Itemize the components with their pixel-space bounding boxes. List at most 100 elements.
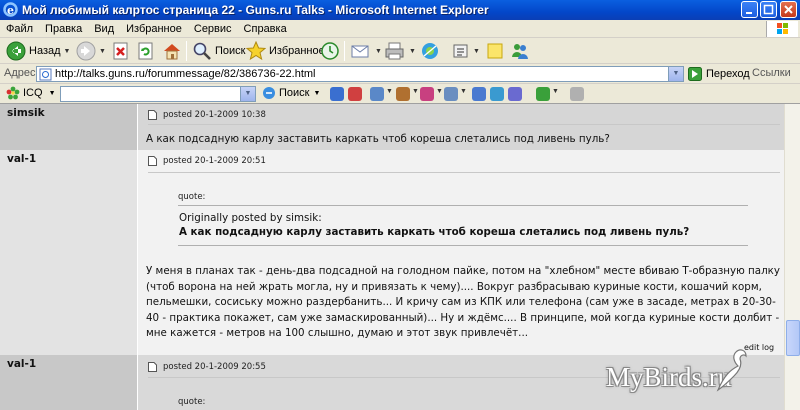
icq-tool-icon[interactable] <box>330 87 344 101</box>
post-author[interactable]: val-1 <box>7 358 36 370</box>
post-body: У меня в планах так - день-два подсадной… <box>146 264 780 342</box>
go-arrow-icon <box>688 67 702 81</box>
icq-toolbar: ICQ ▼ ▼ Поиск ▼ ▼ ▼ ▼ ▼ ▼ <box>0 84 800 104</box>
post-date: posted 20-1-2009 20:55 <box>163 362 266 372</box>
go-button[interactable]: Переход <box>688 65 750 83</box>
icq-tool-icon[interactable] <box>348 87 362 101</box>
address-dropdown-icon[interactable]: ▼ <box>668 67 683 81</box>
minimize-button[interactable] <box>741 1 758 18</box>
toolbar-separator <box>344 41 345 61</box>
back-label: Назад <box>29 45 61 57</box>
svg-text:e: e <box>7 4 14 17</box>
icq-tool-icon[interactable] <box>570 87 584 101</box>
post-date: posted 20-1-2009 10:38 <box>163 110 266 120</box>
edit-page-button[interactable]: ▼ <box>452 40 480 62</box>
forward-dropdown-icon[interactable]: ▼ <box>99 48 106 55</box>
post-page-icon <box>148 110 157 120</box>
post-date: posted 20-1-2009 20:51 <box>163 156 266 166</box>
print-button[interactable]: ▼ <box>384 40 416 62</box>
icq-search-input[interactable]: ▼ <box>60 86 256 102</box>
icq-button[interactable]: ICQ ▼ <box>6 86 56 100</box>
favorites-button[interactable]: Избранное <box>246 40 325 62</box>
mail-button[interactable]: ▼ <box>350 40 382 62</box>
menu-file[interactable]: Файл <box>0 20 39 38</box>
search-button[interactable]: Поиск <box>192 40 245 62</box>
quote-label: quote: <box>178 192 206 202</box>
toolbar-separator <box>186 41 187 61</box>
icq-label: ICQ <box>23 87 43 99</box>
notes-button[interactable] <box>486 40 504 62</box>
quote-author: Originally posted by simsik: <box>179 212 322 224</box>
stop-button[interactable] <box>112 40 130 62</box>
icq-tool-icon[interactable] <box>536 87 550 101</box>
bird-logo-icon <box>716 349 747 392</box>
post-body-line: пельмешки, сосиську можно раздербанить..… <box>146 296 776 308</box>
forum-post: val-1 posted 20-1-2009 20:51 quote: Orig… <box>0 150 784 355</box>
menu-help[interactable]: Справка <box>238 20 293 38</box>
forward-button[interactable]: ▼ <box>76 40 106 62</box>
icq-tool-dropdown-icon[interactable]: ▼ <box>460 88 467 95</box>
post-page-icon <box>148 362 157 372</box>
icq-search-icon <box>263 87 275 99</box>
back-button[interactable]: Назад ▼ <box>6 40 70 62</box>
print-dropdown-icon[interactable]: ▼ <box>409 48 416 55</box>
mail-dropdown-icon[interactable]: ▼ <box>375 48 382 55</box>
quote-top-rule <box>178 205 748 206</box>
menu-view[interactable]: Вид <box>88 20 120 38</box>
home-button[interactable] <box>162 40 182 62</box>
print-icon <box>385 42 404 60</box>
messenger-button[interactable] <box>510 40 530 62</box>
address-input[interactable]: http://talks.guns.ru/forummessage/82/386… <box>36 66 684 82</box>
icq-dropdown-icon[interactable]: ▼ <box>49 90 56 97</box>
post-author[interactable]: val-1 <box>7 153 36 165</box>
icq-tool-icon[interactable] <box>490 87 504 101</box>
icq-tool-dropdown-icon[interactable]: ▼ <box>436 88 443 95</box>
forum-post: simsik posted 20-1-2009 10:38 А как подс… <box>0 104 784 150</box>
menu-edit[interactable]: Правка <box>39 20 88 38</box>
post-divider <box>148 172 780 173</box>
icq-tool-icon[interactable] <box>370 87 384 101</box>
search-icon <box>193 42 211 60</box>
post-meta: posted 20-1-2009 10:38 <box>148 110 266 120</box>
close-button[interactable] <box>780 1 797 18</box>
icq-tool-icon[interactable] <box>420 87 434 101</box>
watermark: MyBirds.ru <box>600 349 790 404</box>
post-body-line: 40 - практика покажет, сам уже замаскиро… <box>146 311 780 324</box>
post-body: А как подсадную карлу заставить каркать … <box>146 133 610 145</box>
post-page-icon <box>148 156 157 166</box>
home-icon <box>164 44 180 60</box>
menu-favorites[interactable]: Избранное <box>120 20 188 38</box>
icq-tool-icon[interactable] <box>508 87 522 101</box>
icq-tool-icon[interactable] <box>444 87 458 101</box>
edit-dropdown-icon[interactable]: ▼ <box>473 48 480 55</box>
menu-bar: Файл Правка Вид Избранное Сервис Справка <box>0 20 800 38</box>
icq-tool-dropdown-icon[interactable]: ▼ <box>552 88 559 95</box>
icq-tool-dropdown-icon[interactable]: ▼ <box>386 88 393 95</box>
maximize-button[interactable] <box>760 1 777 18</box>
icq-search-dropdown-icon[interactable]: ▼ <box>240 87 255 101</box>
quote-label: quote: <box>178 397 206 407</box>
post-author[interactable]: simsik <box>7 107 45 119</box>
icq-tool-icon[interactable] <box>396 87 410 101</box>
icq-find-dropdown-icon[interactable]: ▼ <box>313 90 320 97</box>
messenger-icon <box>512 44 528 59</box>
scrollbar-thumb[interactable] <box>786 320 800 356</box>
browser-window: e Мой любимый калртос страница 22 - Guns… <box>0 0 800 410</box>
quote-bottom-rule <box>178 245 748 246</box>
msn-button[interactable] <box>420 40 440 62</box>
post-divider <box>148 124 780 125</box>
mail-icon <box>351 45 369 58</box>
quote-text: А как подсадную карлу заставить каркать … <box>179 226 690 238</box>
history-icon <box>321 42 339 60</box>
menu-tools[interactable]: Сервис <box>188 20 238 38</box>
back-dropdown-icon[interactable]: ▼ <box>64 48 71 55</box>
history-button[interactable] <box>320 40 340 62</box>
post-author-column <box>0 150 138 355</box>
icq-tool-icon[interactable] <box>472 87 486 101</box>
icq-tool-dropdown-icon[interactable]: ▼ <box>412 88 419 95</box>
refresh-button[interactable] <box>137 40 155 62</box>
icq-find-button[interactable]: Поиск ▼ <box>262 86 320 100</box>
links-button[interactable]: Ссылки <box>752 67 791 79</box>
post-meta: posted 20-1-2009 20:55 <box>148 362 266 372</box>
address-label: Адрес: <box>4 67 39 79</box>
